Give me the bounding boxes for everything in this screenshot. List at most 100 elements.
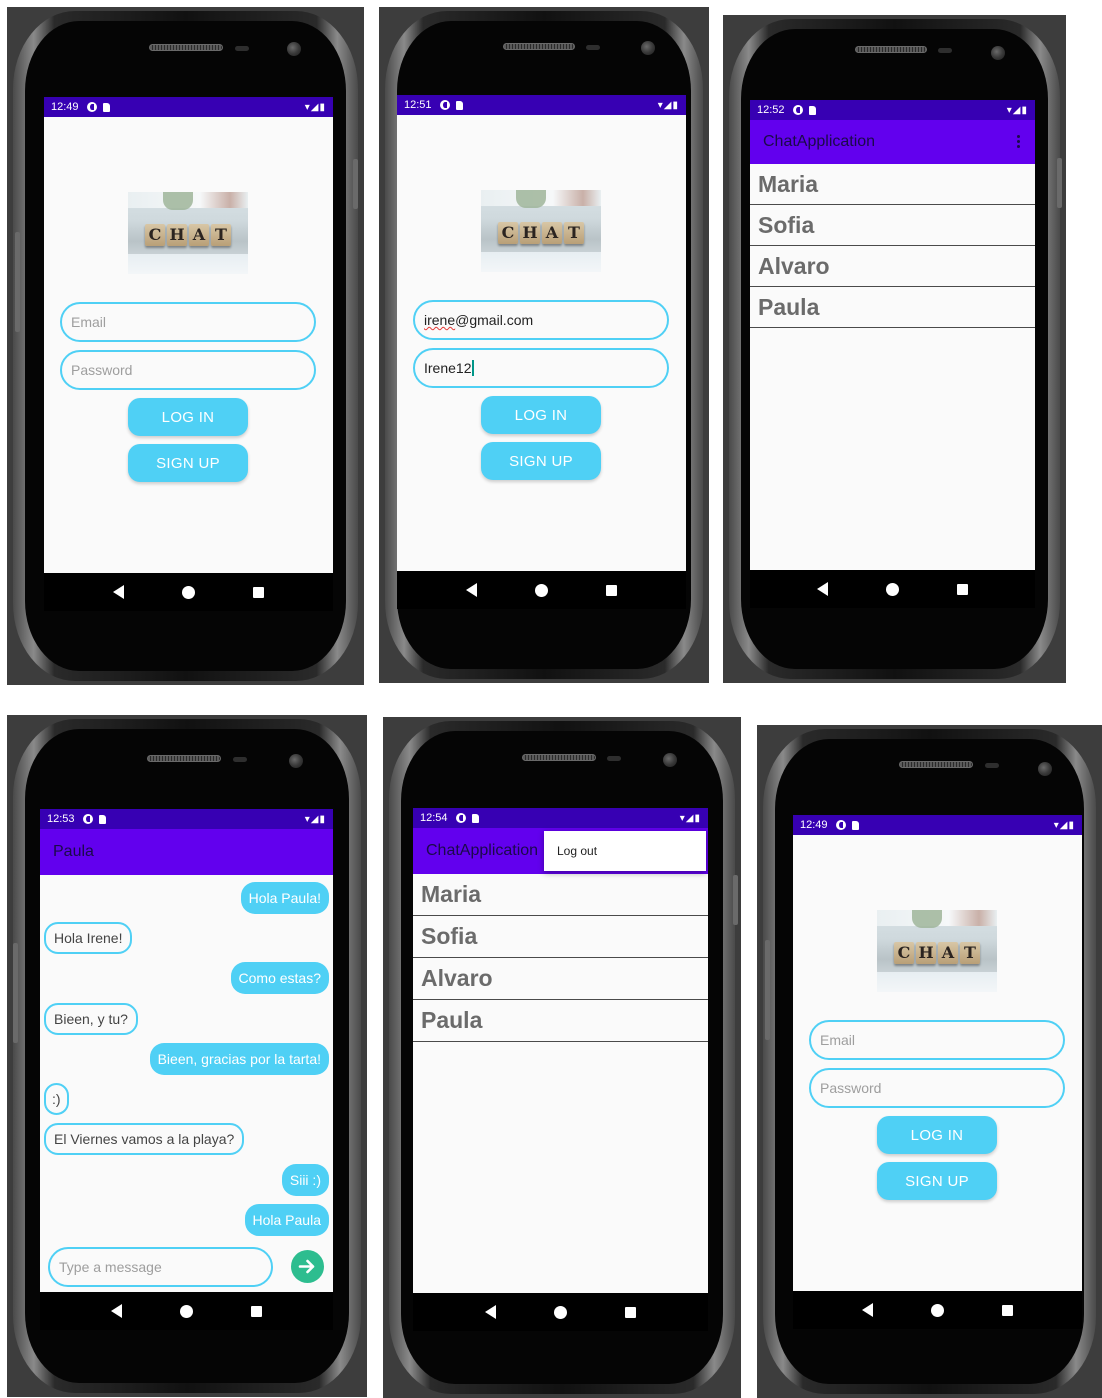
navigation-bar <box>44 573 333 611</box>
logo-letter: H <box>520 222 540 244</box>
chat-logo-image: C H A T <box>128 192 248 274</box>
app-bar: Paula <box>40 829 333 875</box>
back-icon[interactable] <box>111 1304 122 1318</box>
chat-logo-image: C H A T <box>877 910 997 992</box>
contact-item[interactable]: Alvaro <box>750 246 1035 287</box>
logo-letter: A <box>938 942 958 964</box>
app-title: ChatApplication <box>426 842 539 859</box>
password-value: Irene12 <box>424 360 472 376</box>
side-button <box>765 940 770 1040</box>
recents-icon[interactable] <box>625 1306 636 1318</box>
overflow-menu-icon[interactable] <box>1017 135 1021 150</box>
home-icon[interactable] <box>886 582 899 596</box>
email-field[interactable]: Email <box>809 1020 1065 1060</box>
back-icon[interactable] <box>466 583 477 597</box>
navigation-bar <box>40 1292 333 1330</box>
logo-letter: T <box>211 224 231 246</box>
screen: 12:49 ▾◢▮ C H A T Email Password LOG IN … <box>44 97 333 573</box>
phone-frame-5: 12:54 ▾◢▮ ChatApplication Log out Maria … <box>383 717 741 1398</box>
signup-button[interactable]: SIGN UP <box>877 1162 997 1200</box>
wifi-signal-battery-icon: ▾◢▮ <box>304 101 326 113</box>
signup-button[interactable]: SIGN UP <box>481 442 601 480</box>
logo-plant <box>163 192 193 210</box>
logo-letter: A <box>189 224 209 246</box>
navigation-bar <box>750 570 1035 608</box>
logo-letter: T <box>564 222 584 244</box>
chat-logo-image: C H A T <box>481 190 601 272</box>
logo-letter: C <box>894 942 914 964</box>
navigation-bar <box>413 1293 708 1331</box>
sync-icon <box>439 100 450 110</box>
back-icon[interactable] <box>113 585 124 599</box>
contact-item[interactable]: Alvaro <box>413 958 708 1000</box>
recents-icon[interactable] <box>606 584 617 596</box>
status-bar: 12:53 ▾◢▮ <box>40 809 333 829</box>
sync-icon <box>792 105 803 115</box>
recents-icon[interactable] <box>1002 1304 1013 1316</box>
phone-frame-6: 12:49 ▾◢▮ C H A T Email Password LOG IN … <box>757 725 1102 1398</box>
logo-letter: C <box>145 224 165 246</box>
wifi-signal-battery-icon: ▾◢▮ <box>657 99 679 111</box>
front-camera-icon <box>289 754 303 768</box>
email-placeholder: Email <box>820 1032 856 1048</box>
home-icon[interactable] <box>554 1305 567 1319</box>
email-field[interactable]: irene @gmail.com <box>413 300 669 340</box>
status-time: 12:49 <box>51 101 79 113</box>
wifi-signal-battery-icon: ▾◢▮ <box>1006 104 1028 116</box>
sync-icon <box>82 814 93 824</box>
back-icon[interactable] <box>485 1305 496 1319</box>
logo-plant <box>912 910 942 928</box>
contact-item[interactable]: Maria <box>750 164 1035 205</box>
wifi-signal-battery-icon: ▾◢▮ <box>304 813 326 825</box>
login-button[interactable]: LOG IN <box>128 398 248 436</box>
recents-icon[interactable] <box>957 583 968 595</box>
sync-icon <box>86 102 97 112</box>
recents-icon[interactable] <box>253 586 264 598</box>
message-bubble-sent: Como estas? <box>230 962 329 994</box>
contact-item[interactable]: Sofia <box>413 916 708 958</box>
login-button[interactable]: LOG IN <box>877 1116 997 1154</box>
contact-item[interactable]: Maria <box>413 874 708 916</box>
app-bar: ChatApplication <box>750 120 1035 164</box>
email-field[interactable]: Email <box>60 302 316 342</box>
status-bar: 12:49 ▾◢▮ <box>793 815 1082 835</box>
home-icon[interactable] <box>182 585 195 599</box>
signup-button[interactable]: SIGN UP <box>128 444 248 482</box>
sdcard-icon <box>851 820 859 830</box>
logout-menu-item[interactable]: Log out <box>544 831 706 871</box>
logo-letter: A <box>542 222 562 244</box>
message-bubble-sent: Bieen, gracias por la tarta! <box>149 1043 329 1075</box>
back-icon[interactable] <box>862 1303 873 1317</box>
home-icon[interactable] <box>931 1303 944 1317</box>
front-camera-icon <box>663 753 677 767</box>
home-icon[interactable] <box>535 583 548 597</box>
send-button[interactable] <box>291 1250 324 1283</box>
sync-icon <box>455 813 466 823</box>
status-bar: 12:51 ▾◢▮ <box>397 95 686 115</box>
password-field[interactable]: Irene12 <box>413 348 669 388</box>
logo-table <box>128 254 248 274</box>
wifi-signal-battery-icon: ▾◢▮ <box>1053 819 1075 831</box>
contact-item[interactable]: Paula <box>413 1000 708 1042</box>
password-field[interactable]: Password <box>809 1068 1065 1108</box>
front-camera-icon <box>991 46 1005 60</box>
earpiece-speaker <box>855 46 927 53</box>
recents-icon[interactable] <box>251 1305 262 1317</box>
logo-blocks: C H A T <box>498 222 584 244</box>
message-input[interactable]: Type a message <box>48 1247 273 1287</box>
sdcard-icon <box>98 814 106 824</box>
logo-blocks: C H A T <box>894 942 980 964</box>
proximity-sensor <box>985 763 999 768</box>
password-field[interactable]: Password <box>60 350 316 390</box>
back-icon[interactable] <box>817 582 828 596</box>
phone-frame-2: 12:51 ▾◢▮ C H A T irene @gmail.com Irene1… <box>379 7 709 683</box>
contact-item[interactable]: Sofia <box>750 205 1035 246</box>
login-button[interactable]: LOG IN <box>481 396 601 434</box>
earpiece-speaker <box>149 44 223 51</box>
home-icon[interactable] <box>180 1304 193 1318</box>
proximity-sensor <box>586 45 600 50</box>
contact-item[interactable]: Paula <box>750 287 1035 328</box>
proximity-sensor <box>938 48 952 53</box>
logo-letter: H <box>916 942 936 964</box>
earpiece-speaker <box>503 43 575 50</box>
